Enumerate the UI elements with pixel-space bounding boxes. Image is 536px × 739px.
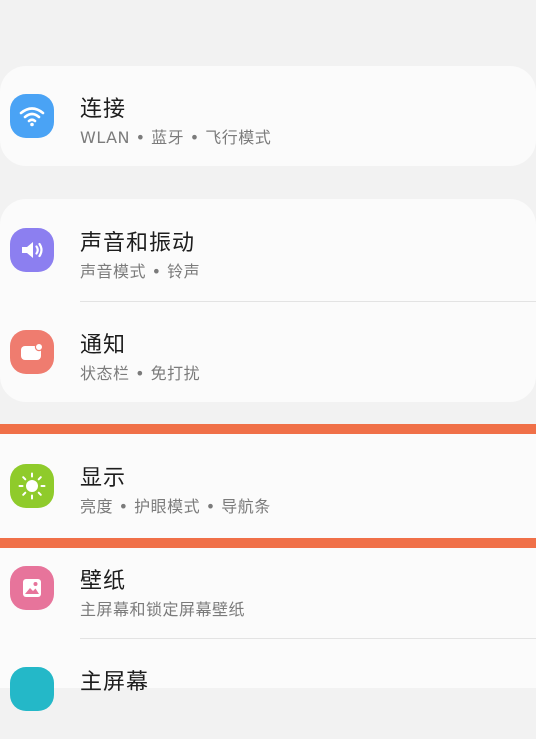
wifi-icon bbox=[10, 94, 54, 138]
notification-icon bbox=[10, 330, 54, 374]
speaker-icon bbox=[10, 228, 54, 272]
home-screen-icon bbox=[10, 667, 54, 711]
settings-item-subtitle: 亮度 • 护眼模式 • 导航条 bbox=[80, 497, 271, 516]
settings-item-title: 显示 bbox=[80, 466, 127, 491]
settings-item-display[interactable]: 显示 亮度 • 护眼模式 • 导航条 bbox=[0, 436, 536, 536]
settings-item-subtitle: 状态栏 • 免打扰 bbox=[80, 364, 201, 383]
highlight-bar-top bbox=[0, 424, 536, 434]
settings-item-title: 声音和振动 bbox=[80, 231, 196, 256]
settings-item-wallpaper[interactable]: 壁纸 主屏幕和锁定屏幕壁纸 bbox=[0, 538, 536, 638]
settings-item-home-screen[interactable]: 主屏幕 bbox=[0, 639, 536, 739]
settings-item-subtitle: 主屏幕和锁定屏幕壁纸 bbox=[80, 600, 246, 619]
settings-item-title: 通知 bbox=[80, 333, 127, 358]
settings-item-title: 主屏幕 bbox=[80, 670, 150, 695]
image-icon bbox=[10, 566, 54, 610]
settings-item-sound[interactable]: 声音和振动 声音模式 • 铃声 bbox=[0, 199, 536, 299]
settings-item-subtitle: 声音模式 • 铃声 bbox=[80, 262, 201, 281]
settings-item-connections[interactable]: 连接 WLAN • 蓝牙 • 飞行模式 bbox=[0, 66, 536, 166]
settings-item-title: 壁纸 bbox=[80, 569, 127, 594]
settings-item-title: 连接 bbox=[80, 97, 127, 122]
brightness-icon bbox=[10, 464, 54, 508]
settings-item-notifications[interactable]: 通知 状态栏 • 免打扰 bbox=[0, 302, 536, 402]
settings-item-subtitle: WLAN • 蓝牙 • 飞行模式 bbox=[80, 128, 272, 147]
